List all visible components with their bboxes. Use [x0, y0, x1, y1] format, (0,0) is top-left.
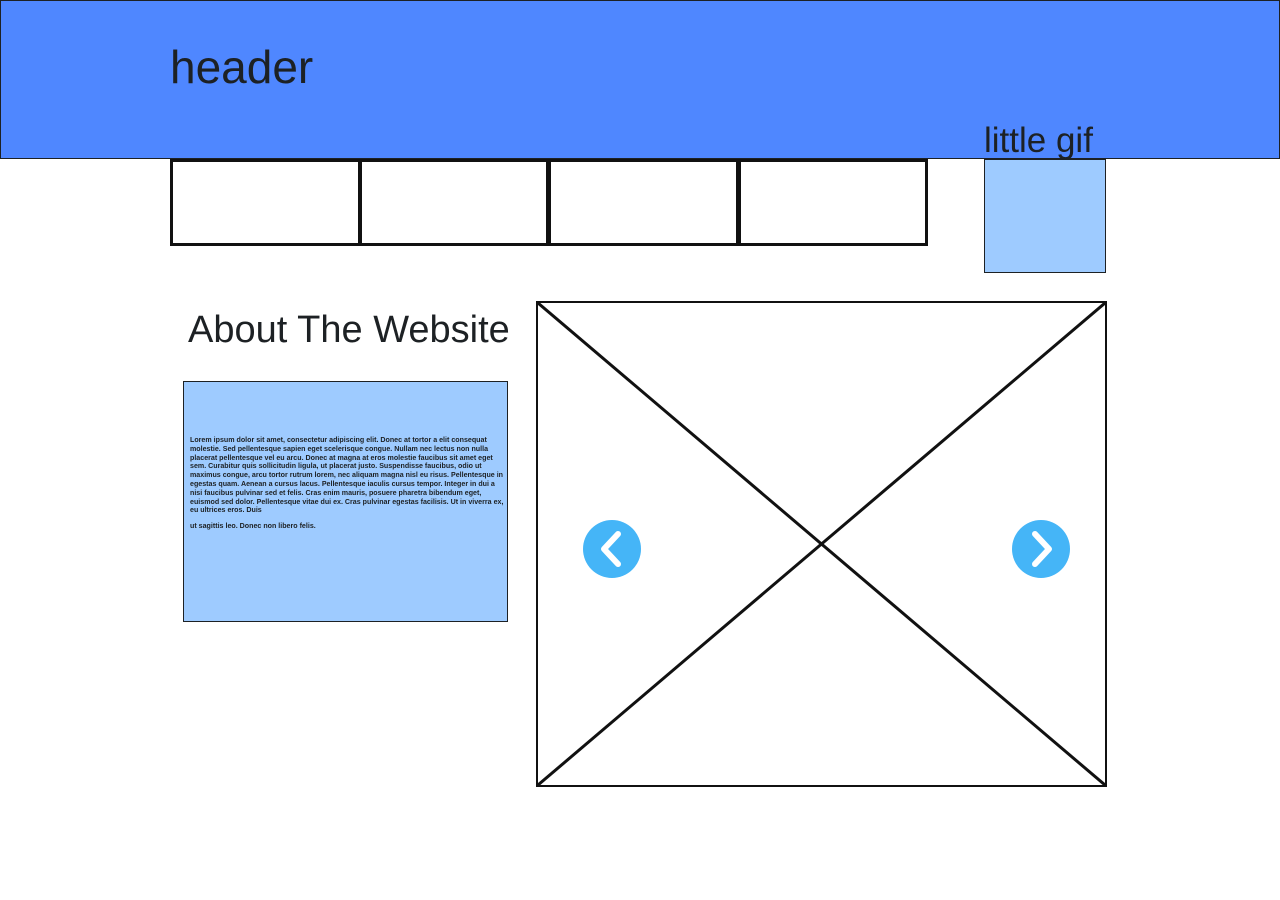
about-text: Lorem ipsum dolor sit amet, consectetur … — [190, 436, 504, 538]
little-gif-image — [984, 159, 1106, 273]
little-gif-label: little gif — [984, 121, 1093, 160]
chevron-right-icon — [1032, 531, 1052, 567]
page: header little gif About The Website Lore… — [0, 0, 1280, 900]
nav-bar — [170, 159, 928, 246]
carousel-next-button[interactable] — [1012, 520, 1070, 578]
nav-item-2[interactable] — [358, 159, 549, 246]
about-paragraph-2: ut sagittis leo. Donec non libero felis. — [190, 522, 316, 531]
nav-item-4[interactable] — [737, 159, 928, 246]
header-title: header — [170, 41, 314, 93]
chevron-left-icon — [601, 531, 621, 567]
nav-item-1[interactable] — [170, 159, 361, 246]
image-carousel — [536, 301, 1107, 787]
about-title: About The Website — [188, 309, 510, 351]
about-paragraph-1: Lorem ipsum dolor sit amet, consectetur … — [190, 436, 504, 515]
nav-item-3[interactable] — [547, 159, 740, 246]
carousel-prev-button[interactable] — [583, 520, 641, 578]
about-text-box: Lorem ipsum dolor sit amet, consectetur … — [183, 381, 508, 622]
